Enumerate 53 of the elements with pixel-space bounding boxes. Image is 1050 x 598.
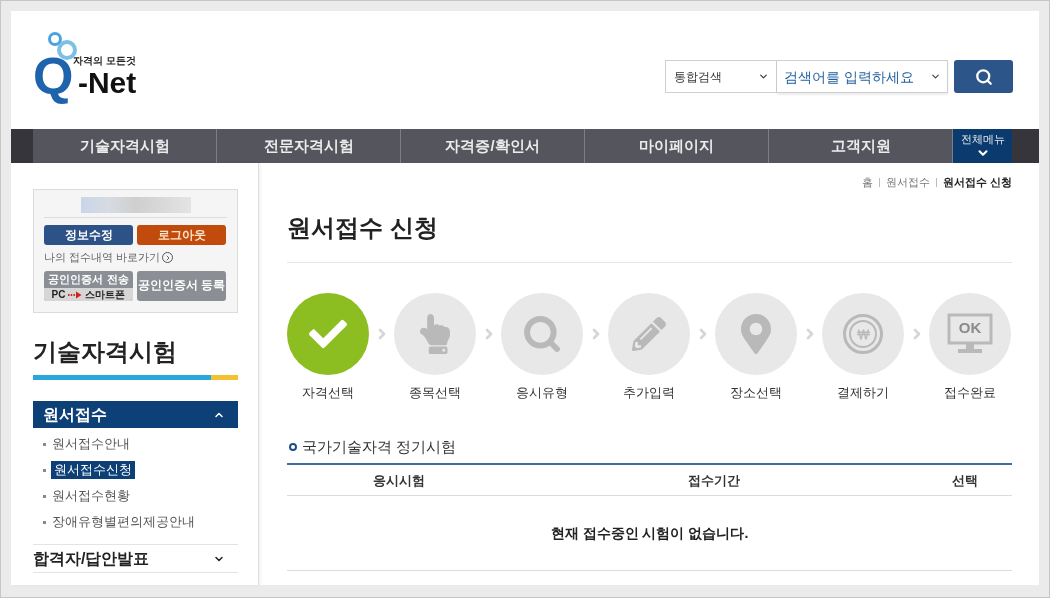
magnifier-icon — [522, 314, 562, 354]
logo-tagline: 자격의 모든것 — [73, 55, 137, 66]
ring-bullet-icon — [289, 443, 297, 451]
submenu-item[interactable]: 원서접수신청 — [51, 461, 135, 479]
nav-item[interactable]: 기술자격시험 — [33, 129, 217, 163]
search-icon — [974, 67, 993, 86]
column-header: 접수기간 — [688, 472, 740, 488]
history-link[interactable]: 나의 접수내역 바로가기 — [44, 251, 227, 264]
breadcrumb-link[interactable]: 원서접수 신청 — [942, 173, 1012, 191]
sidebar-title: 기술자격시험 — [33, 338, 178, 366]
step-label: 응시유형 — [516, 385, 568, 401]
monitor-screen-text: OK — [957, 319, 983, 337]
search-scope-select[interactable]: 통합검색 — [665, 60, 777, 93]
nav-item[interactable]: 고객지원 — [769, 129, 953, 163]
search-field[interactable]: 검색어를 입력하세요 — [777, 60, 948, 93]
section-title: 국가기술자격 정기시험 — [302, 438, 457, 456]
step-label: 접수완료 — [944, 385, 996, 401]
empty-message: 현재 접수중인 시험이 없습니다. — [550, 524, 749, 541]
square-bullet-icon — [43, 442, 46, 446]
step-label: 자격선택 — [302, 385, 354, 401]
column-header: 선택 — [951, 472, 978, 488]
edit-info-button[interactable]: 정보수정 — [44, 225, 133, 245]
search-button[interactable] — [954, 60, 1013, 93]
step-label: 추가입력 — [623, 385, 675, 401]
chevron-down-icon[interactable] — [930, 71, 941, 82]
logo-name: -Net — [77, 67, 137, 99]
square-bullet-icon — [43, 468, 46, 472]
step-label: 장소선택 — [730, 385, 782, 401]
nav-item[interactable]: 전문자격시험 — [217, 129, 401, 163]
monitor-icon — [947, 313, 993, 355]
step-label: 결제하기 — [837, 385, 889, 401]
breadcrumb-link[interactable]: 원서접수 — [885, 173, 930, 191]
won-coin-icon — [843, 314, 883, 354]
nav-item[interactable]: 자격증/확인서 — [401, 129, 585, 163]
logo-letter: Q — [33, 46, 74, 107]
menu-header[interactable]: 원서접수 — [33, 401, 238, 428]
step-label: 종목선택 — [409, 385, 461, 401]
dotted-arrow-icon — [68, 290, 83, 299]
nav-item[interactable]: 마이페이지 — [585, 129, 769, 163]
square-bullet-icon — [43, 520, 46, 524]
submenu-item[interactable]: 원서접수안내 — [51, 435, 131, 453]
submenu-item[interactable]: 원서접수현황 — [51, 487, 131, 505]
logout-button[interactable]: 로그아웃 — [137, 225, 226, 245]
certificate-transfer-button[interactable]: 공인인증서 전송 PC 스마트폰 — [44, 271, 133, 301]
square-bullet-icon — [43, 494, 46, 498]
breadcrumb-link[interactable]: 홈 — [861, 173, 873, 191]
all-menu-button[interactable]: 전체메뉴 — [953, 129, 1012, 163]
menu-header[interactable]: 합격자/답안발표 — [33, 544, 238, 573]
page-title: 원서접수 신청 — [287, 213, 439, 243]
submenu-item[interactable]: 장애유형별편의제공안내 — [51, 513, 196, 531]
pencil-icon — [632, 317, 666, 351]
chevron-down-icon — [758, 71, 769, 82]
column-header: 응시시험 — [373, 472, 425, 488]
